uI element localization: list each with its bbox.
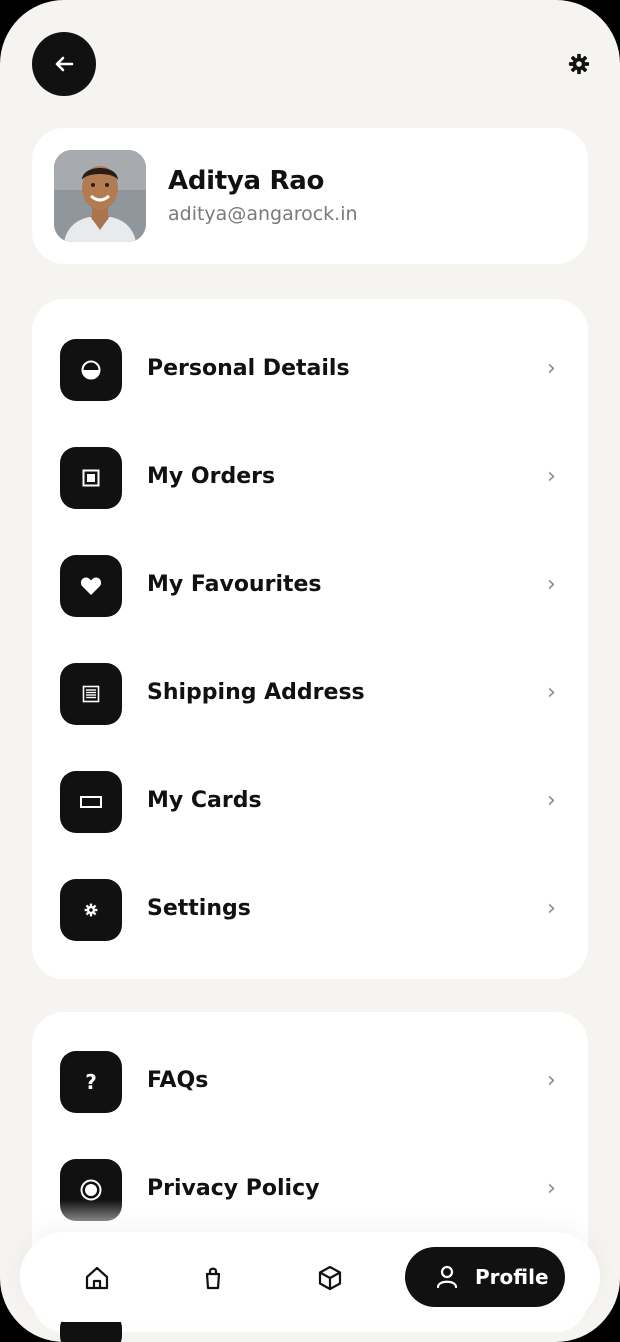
menu-item-label: Personal Details: [147, 356, 350, 381]
tab-profile-label: Profile: [475, 1265, 549, 1289]
home-icon: [85, 1266, 109, 1290]
gear-icon: [84, 903, 98, 917]
settings-button[interactable]: [562, 47, 596, 81]
cube-icon: [318, 1265, 342, 1291]
tab-profile[interactable]: Profile: [405, 1247, 565, 1307]
profile-name: Aditya Rao: [168, 166, 325, 196]
my-favourites-icon-box: [60, 555, 122, 617]
profile-screen: Aditya Rao aditya@angarock.in Personal D…: [0, 0, 620, 1342]
document-icon: [82, 685, 100, 703]
chevron-right-icon: ›: [547, 464, 556, 489]
shipping-address-icon-box: [60, 663, 122, 725]
chevron-right-icon: ›: [547, 1068, 556, 1093]
box-icon: [82, 469, 100, 487]
back-button[interactable]: [32, 32, 96, 96]
settings-icon-box: [60, 879, 122, 941]
menu-item-label: My Cards: [147, 788, 262, 813]
menu-item-label: Shipping Address: [147, 680, 365, 705]
menu-item-label: My Favourites: [147, 572, 322, 597]
account-menu: Personal Details › My Orders › My Favour…: [32, 299, 588, 979]
menu-item-settings[interactable]: Settings ›: [32, 879, 588, 941]
my-cards-icon-box: [60, 771, 122, 833]
heart-icon: [80, 577, 102, 595]
gear-icon: [568, 53, 590, 75]
menu-item-label: Settings: [147, 896, 251, 921]
menu-item-shipping-address[interactable]: Shipping Address ›: [32, 663, 588, 725]
card-icon: [80, 796, 102, 808]
menu-item-my-cards[interactable]: My Cards ›: [32, 771, 588, 833]
avatar: [54, 150, 146, 242]
faqs-icon-box: ?: [60, 1051, 122, 1113]
menu-item-label: FAQs: [147, 1068, 209, 1093]
chevron-right-icon: ›: [547, 356, 556, 381]
tab-shop[interactable]: [196, 1261, 230, 1295]
my-orders-icon-box: [60, 447, 122, 509]
menu-item-label: Privacy Policy: [147, 1176, 320, 1201]
profile-email: aditya@angarock.in: [168, 203, 358, 225]
menu-item-faqs[interactable]: ? FAQs ›: [32, 1051, 588, 1113]
tab-orders[interactable]: [313, 1261, 347, 1295]
menu-item-my-favourites[interactable]: My Favourites ›: [32, 555, 588, 617]
chevron-right-icon: ›: [547, 572, 556, 597]
chevron-right-icon: ›: [547, 680, 556, 705]
menu-item-personal-details[interactable]: Personal Details ›: [32, 339, 588, 401]
radio-icon: [80, 1179, 102, 1201]
chevron-right-icon: ›: [547, 788, 556, 813]
arrow-left-icon: [55, 56, 74, 72]
bottom-tab-bar: Profile: [20, 1232, 600, 1322]
bag-icon: [205, 1267, 221, 1290]
personal-details-icon-box: [60, 339, 122, 401]
user-icon: [436, 1265, 458, 1289]
half-circle-icon: [81, 360, 101, 380]
tab-home[interactable]: [80, 1261, 114, 1295]
profile-card[interactable]: Aditya Rao aditya@angarock.in: [32, 128, 588, 264]
menu-item-label: My Orders: [147, 464, 276, 489]
chevron-right-icon: ›: [547, 1176, 556, 1201]
menu-item-my-orders[interactable]: My Orders ›: [32, 447, 588, 509]
chevron-right-icon: ›: [547, 896, 556, 921]
question-icon: ?: [85, 1070, 97, 1094]
